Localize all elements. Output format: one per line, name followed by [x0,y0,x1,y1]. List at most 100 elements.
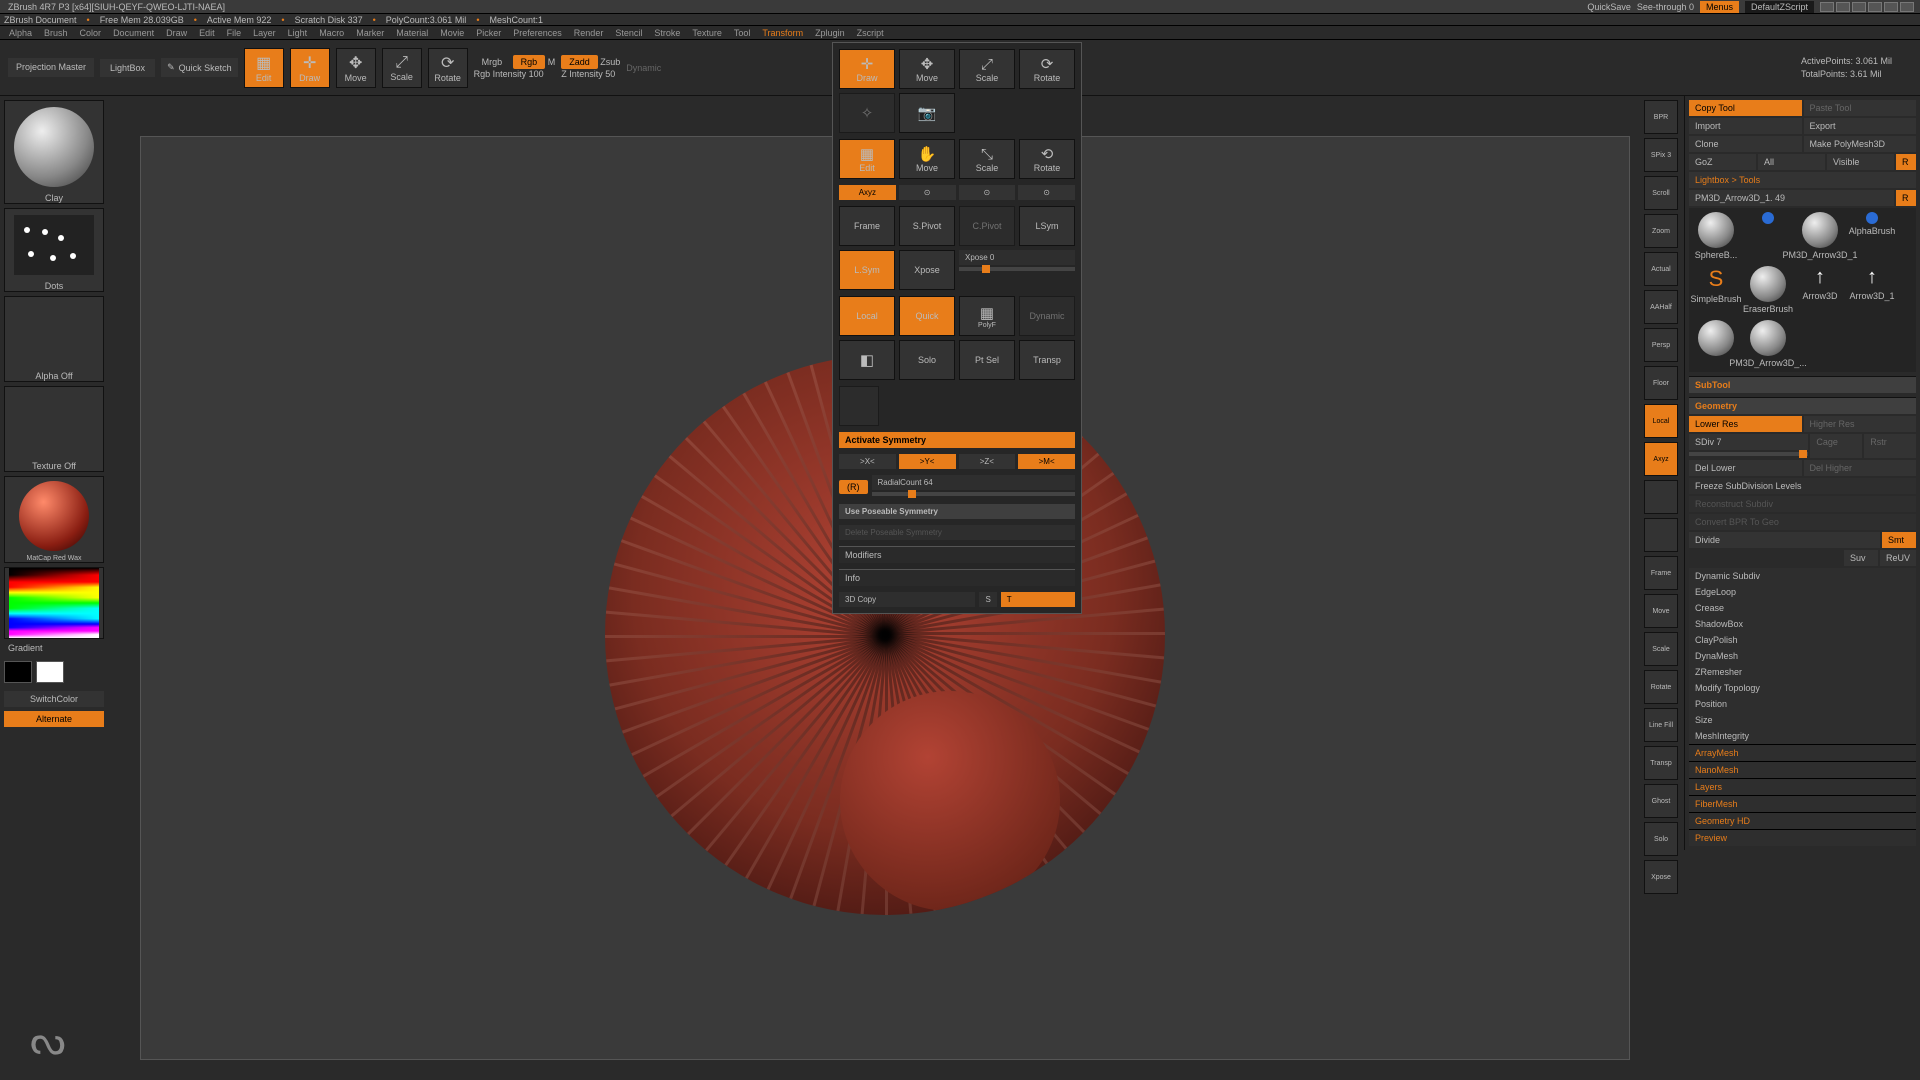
menu-texture[interactable]: Texture [687,28,727,38]
matcap-button[interactable]: MatCap Red Wax [4,476,104,563]
geom-modify-topology[interactable]: Modify Topology [1689,680,1916,696]
rail-move[interactable]: Move [1644,594,1678,628]
win-close-icon[interactable] [1900,2,1914,12]
geom-geometry-hd[interactable]: Geometry HD [1689,812,1916,829]
geom-preview[interactable]: Preview [1689,829,1916,846]
menu-color[interactable]: Color [75,28,107,38]
pp-snapshot-button[interactable]: 📷 [899,93,955,133]
clone-button[interactable]: Clone [1689,136,1802,152]
cage-toggle[interactable]: Cage [1810,434,1862,458]
info-header[interactable]: Info [839,569,1075,586]
stroke-button[interactable]: Dots [4,208,104,292]
lsym2-button[interactable]: L.Sym [839,250,895,290]
see-through-slider[interactable]: See-through 0 [1637,2,1694,12]
rail-scale[interactable]: Scale [1644,632,1678,666]
draw-mode-button[interactable]: ✛Draw [290,48,330,88]
z-intensity-slider[interactable]: Z Intensity 50 [561,69,620,79]
rgb-intensity-slider[interactable]: Rgb Intensity 100 [474,69,556,79]
texture-button[interactable]: Texture Off [4,386,104,472]
menu-tool[interactable]: Tool [729,28,756,38]
pp-scale-button[interactable]: ⤢Scale [959,49,1015,89]
material-button[interactable]: Clay [4,100,104,204]
freeze-subdiv-button[interactable]: Freeze SubDivision Levels [1689,478,1916,494]
color-spectrum-icon[interactable] [9,568,99,638]
pp-grotate-button[interactable]: ⟲Rotate [1019,139,1075,179]
menu-transform[interactable]: Transform [757,28,808,38]
win-hide-icon[interactable] [1820,2,1834,12]
menu-stencil[interactable]: Stencil [610,28,647,38]
rgb-toggle[interactable]: Rgb [513,55,546,69]
menu-render[interactable]: Render [569,28,609,38]
lower-res-button[interactable]: Lower Res [1689,416,1802,432]
paste-tool-button[interactable]: Paste Tool [1804,100,1917,116]
scale-mode-button[interactable]: ⤢Scale [382,48,422,88]
del-higher-button[interactable]: Del Higher [1804,460,1917,476]
geom-layers[interactable]: Layers [1689,778,1916,795]
rail-frame[interactable]: Frame [1644,556,1678,590]
rstr-toggle[interactable]: Rstr [1864,434,1916,458]
higher-res-button[interactable]: Higher Res [1804,416,1917,432]
tool-slot-0[interactable]: SphereB... [1693,212,1739,260]
subtool-header[interactable]: SubTool [1689,376,1916,393]
menu-zscript[interactable]: Zscript [852,28,889,38]
tool-slot-2[interactable]: PM3D_Arrow3D_1 [1797,212,1843,260]
menu-material[interactable]: Material [391,28,433,38]
geom-claypolish[interactable]: ClayPolish [1689,632,1916,648]
menu-zplugin[interactable]: Zplugin [810,28,850,38]
rail-line-fill[interactable]: Line Fill [1644,708,1678,742]
tool-r-button[interactable]: R [1896,190,1916,206]
ptsel-button[interactable]: Pt Sel [959,340,1015,380]
copy-tool-button[interactable]: Copy Tool [1689,100,1802,116]
zsub-toggle[interactable]: Zsub [600,57,620,67]
lsym-button[interactable]: LSym [1019,206,1075,246]
cpivot-button[interactable]: C.Pivot [959,206,1015,246]
pp-draw-button[interactable]: ✛Draw [839,49,895,89]
sym-z-toggle[interactable]: >Z< [959,454,1016,469]
rail-transp[interactable]: Transp [1644,746,1678,780]
geom-arraymesh[interactable]: ArrayMesh [1689,744,1916,761]
smt-toggle[interactable]: Smt [1882,532,1916,548]
swatch-black[interactable] [4,661,32,683]
axis-y-icon[interactable]: ⊙ [899,185,956,200]
radial-toggle[interactable]: (R) [839,480,868,494]
xpose-slider[interactable]: Xpose 0 [959,250,1075,265]
menu-preferences[interactable]: Preferences [508,28,567,38]
geom-fibermesh[interactable]: FiberMesh [1689,795,1916,812]
tool-slot-9[interactable]: PM3D_Arrow3D_... [1745,320,1791,368]
del-poseable-button[interactable]: Delete Poseable Symmetry [839,525,1075,540]
del-lower-button[interactable]: Del Lower [1689,460,1802,476]
pp-snap-button[interactable]: ✧ [839,93,895,133]
3d-copy-button[interactable]: 3D Copy [839,592,975,607]
rail-rotate[interactable]: Rotate [1644,670,1678,704]
rail-aahalf[interactable]: AAHalf [1644,290,1678,324]
win-layout2-icon[interactable] [1852,2,1866,12]
scheme-button[interactable]: DefaultZScript [1745,1,1814,13]
alpha-button[interactable]: Alpha Off [4,296,104,382]
quicksave-button[interactable]: QuickSave [1587,2,1631,12]
menu-stroke[interactable]: Stroke [649,28,685,38]
goz-visible-button[interactable]: Visible [1827,154,1894,170]
win-layout-icon[interactable] [1836,2,1850,12]
axyz-toggle[interactable]: Axyz [839,185,896,200]
menu-alpha[interactable]: Alpha [4,28,37,38]
cube-button[interactable]: ◧ [839,340,895,380]
sym-y-toggle[interactable]: >Y< [899,454,956,469]
goz-all-button[interactable]: All [1758,154,1825,170]
radial-count-slider[interactable]: RadialCount 64 [872,475,1076,490]
geom-shadowbox[interactable]: ShadowBox [1689,616,1916,632]
import-button[interactable]: Import [1689,118,1802,134]
menu-document[interactable]: Document [108,28,159,38]
menu-marker[interactable]: Marker [351,28,389,38]
tool-slot-5[interactable]: EraserBrush [1745,266,1791,314]
polyf-button[interactable]: ▦PolyF [959,296,1015,336]
menu-file[interactable]: File [222,28,247,38]
spivot-button[interactable]: S.Pivot [899,206,955,246]
rail-empty[interactable] [1644,518,1678,552]
zadd-toggle[interactable]: Zadd [561,55,598,69]
menu-layer[interactable]: Layer [248,28,281,38]
modifiers-header[interactable]: Modifiers [839,546,1075,563]
export-button[interactable]: Export [1804,118,1917,134]
copy-t[interactable]: T [1001,592,1075,607]
quick-button[interactable]: Quick [899,296,955,336]
switch-color-button[interactable]: SwitchColor [4,691,104,707]
